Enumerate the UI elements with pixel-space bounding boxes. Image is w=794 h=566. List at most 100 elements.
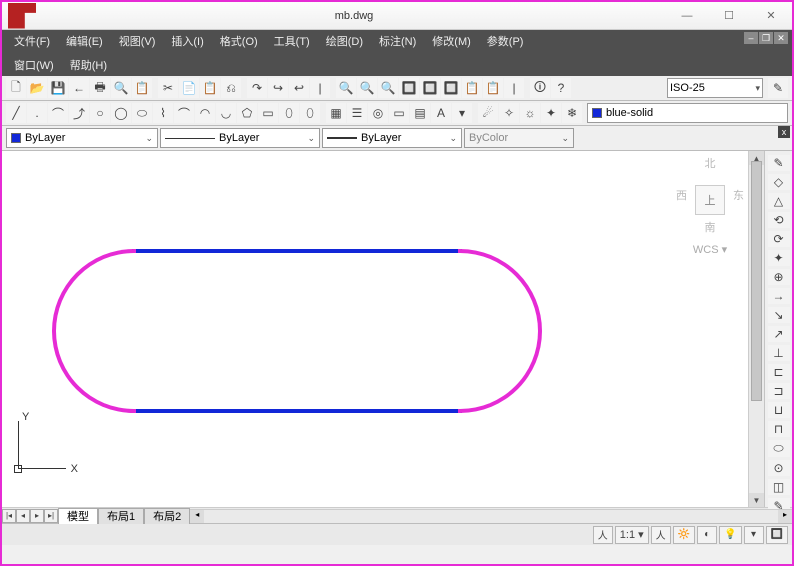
status-scale-button[interactable]: 1:1 ▾ <box>615 526 649 544</box>
new-icon[interactable]: 🗋 <box>6 78 26 98</box>
sheet1-icon[interactable]: 📋 <box>483 78 503 98</box>
status-drop-icon[interactable]: ▾ <box>744 526 764 544</box>
side-array-icon[interactable]: ◫ <box>768 479 790 495</box>
mdi-minimize-button[interactable]: – <box>744 32 758 44</box>
close-button[interactable]: ✕ <box>750 5 792 27</box>
ellipse2-icon[interactable]: ⬯ <box>279 103 299 123</box>
menu-parametric[interactable]: 参数(P) <box>479 30 532 52</box>
status-annoscale-icon[interactable]: 人 <box>651 526 671 544</box>
menu-draw[interactable]: 绘图(D) <box>318 30 371 52</box>
props-close-button[interactable]: x <box>778 126 790 138</box>
region-icon[interactable]: ◎ <box>368 103 388 123</box>
menu-file[interactable]: 文件(F) <box>6 30 58 52</box>
help-icon[interactable]: ? <box>551 78 571 98</box>
status-model-icon[interactable]: 人 <box>593 526 613 544</box>
redo-icon[interactable]: ↪ <box>268 78 288 98</box>
scroll-thumb[interactable] <box>751 161 762 401</box>
status-clean-icon[interactable]: 🔲 <box>766 526 788 544</box>
side-mirror-icon[interactable]: △ <box>768 193 790 209</box>
side-trim-icon[interactable]: ↗ <box>768 326 790 342</box>
viewcube-top-face[interactable]: 上 <box>695 185 725 215</box>
zoomwin-icon[interactable]: 🔍 <box>378 78 398 98</box>
side-move-icon[interactable]: ✦ <box>768 250 790 266</box>
scroll-right-arrow-icon[interactable]: ▸ <box>778 510 792 523</box>
zoomprev-icon[interactable]: 🔲 <box>399 78 419 98</box>
rectangle-icon[interactable]: ▭ <box>258 103 278 123</box>
minimize-button[interactable]: — <box>666 5 708 27</box>
tab-prev-button[interactable]: ◂ <box>16 509 30 523</box>
redo2-icon[interactable]: | <box>310 78 330 98</box>
save-icon[interactable]: 💾 <box>48 78 68 98</box>
status-annovis-icon[interactable]: 🔆 <box>673 526 695 544</box>
table-icon[interactable]: ▤ <box>410 103 430 123</box>
status-ws-icon[interactable]: ◐ <box>697 526 717 544</box>
tab-layout2[interactable]: 布局2 <box>144 508 190 524</box>
pan-icon[interactable]: 🔍 <box>336 78 356 98</box>
menu-view[interactable]: 视图(V) <box>111 30 164 52</box>
sheet2-icon[interactable]: | <box>504 78 524 98</box>
side-pencil-icon[interactable]: ✎ <box>768 155 790 171</box>
color-dropdown[interactable]: ByLayer⌄ <box>6 128 158 148</box>
paste-icon[interactable]: 📋 <box>200 78 220 98</box>
vp3-icon[interactable]: 📋 <box>462 78 482 98</box>
side-explode-icon[interactable]: ⊙ <box>768 460 790 476</box>
cut-icon[interactable]: ✂ <box>158 78 178 98</box>
point-icon[interactable]: . <box>27 103 47 123</box>
text-drop-icon[interactable]: ▾ <box>452 103 472 123</box>
status-light-icon[interactable]: 💡 <box>719 526 741 544</box>
copy-icon[interactable]: 📄 <box>179 78 199 98</box>
back-icon[interactable]: ← <box>69 78 89 98</box>
side-scale-icon[interactable]: → <box>768 288 790 304</box>
maximize-button[interactable]: ☐ <box>708 5 750 27</box>
wcs-dropdown[interactable]: WCS ▾ <box>676 243 744 256</box>
scroll-left-arrow-icon[interactable]: ◂ <box>190 510 204 523</box>
view-cube[interactable]: 北 西 上 东 南 WCS ▾ <box>676 155 744 255</box>
boundary-icon[interactable]: ▭ <box>389 103 409 123</box>
arc-icon[interactable]: ⤴ <box>69 103 89 123</box>
scroll-down-arrow-icon[interactable]: ▼ <box>749 493 764 507</box>
drawing-canvas[interactable]: X Y 北 西 上 东 南 WCS ▾ <box>2 151 748 507</box>
side-chamfer-icon[interactable]: ⊓ <box>768 421 790 437</box>
tab-layout1[interactable]: 布局1 <box>98 508 144 524</box>
menu-format[interactable]: 格式(O) <box>212 30 266 52</box>
side-join-icon[interactable]: ⊔ <box>768 402 790 418</box>
layer-sun-icon[interactable]: ☼ <box>520 103 540 123</box>
tab-last-button[interactable]: ▸| <box>44 509 58 523</box>
vp2-icon[interactable]: 🔲 <box>441 78 461 98</box>
donut-icon[interactable]: ◯ <box>111 103 131 123</box>
side-extend-icon[interactable]: ⊥ <box>768 345 790 361</box>
menu-help[interactable]: 帮助(H) <box>62 54 115 76</box>
hatch-icon[interactable]: ▦ <box>326 103 346 123</box>
layer-freeze-icon[interactable]: ✦ <box>541 103 561 123</box>
props-icon[interactable]: 🛈 <box>530 78 550 98</box>
side-break2-icon[interactable]: ⊐ <box>768 383 790 399</box>
spline-icon[interactable]: ⌇ <box>153 103 173 123</box>
revcloud-icon[interactable]: ◠ <box>195 103 215 123</box>
arc2-icon[interactable]: ⌒ <box>174 103 194 123</box>
side-fillet-icon[interactable]: ⬭ <box>768 440 790 457</box>
revcloud2-icon[interactable]: ◡ <box>216 103 236 123</box>
ellipse-icon[interactable]: ⬭ <box>132 103 152 123</box>
undo-icon[interactable]: ↷ <box>247 78 267 98</box>
dimstyle-dropdown[interactable]: ISO-25 <box>667 78 763 98</box>
menu-window[interactable]: 窗口(W) <box>6 54 62 76</box>
matchprop-icon[interactable]: ⎌ <box>221 78 241 98</box>
linetype-dropdown[interactable]: ByLayer⌄ <box>160 128 320 148</box>
menu-dimension[interactable]: 标注(N) <box>371 30 424 52</box>
layer-dropdown[interactable]: blue-solid <box>587 103 788 123</box>
undo2-icon[interactable]: ↩ <box>289 78 309 98</box>
menu-modify[interactable]: 修改(M) <box>424 30 479 52</box>
layer-state-icon[interactable]: ✧ <box>499 103 519 123</box>
gradient-icon[interactable]: ☰ <box>347 103 367 123</box>
mdi-restore-button[interactable]: ❐ <box>759 32 773 44</box>
side-diamond-icon[interactable]: ◇ <box>768 174 790 190</box>
side-break-icon[interactable]: ⊏ <box>768 364 790 380</box>
horizontal-scrollbar[interactable]: ◂ ▸ <box>190 509 792 523</box>
lineweight-dropdown[interactable]: ByLayer⌄ <box>322 128 462 148</box>
dimstyle-edit-icon[interactable]: ✎ <box>768 78 788 98</box>
side-rotate-icon[interactable]: ⟲ <box>768 212 790 228</box>
side-stretch-icon[interactable]: ↘ <box>768 307 790 323</box>
layer-manager-icon[interactable]: ☄ <box>478 103 498 123</box>
tab-model[interactable]: 模型 <box>58 508 98 524</box>
tab-next-button[interactable]: ▸ <box>30 509 44 523</box>
